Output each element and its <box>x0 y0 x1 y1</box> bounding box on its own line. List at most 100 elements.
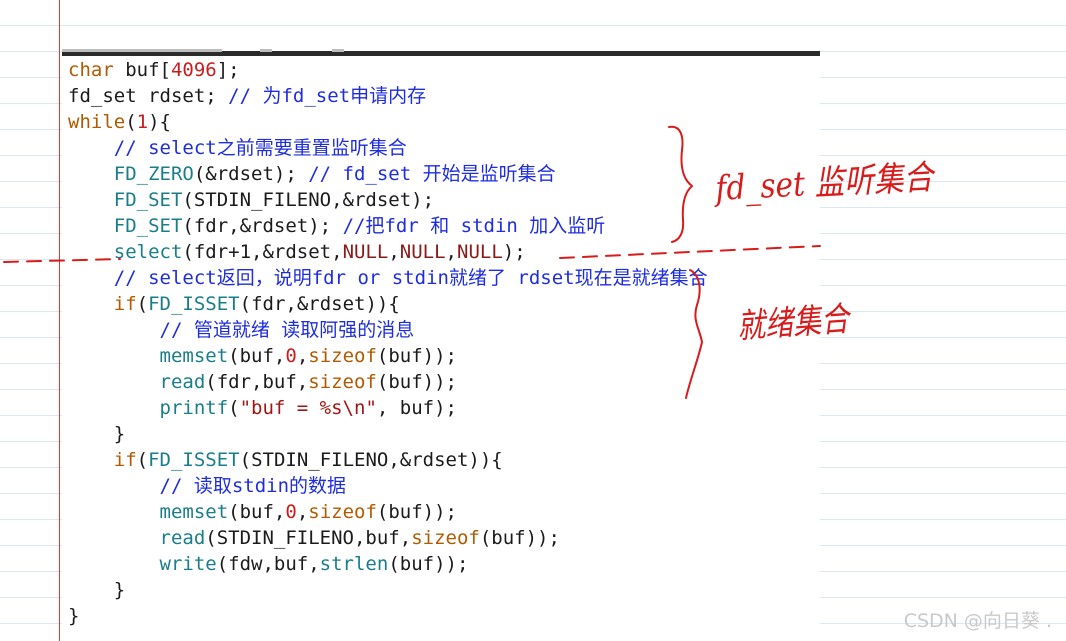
code-token: (STDIN_FILENO,buf, <box>205 527 412 549</box>
code-token: fd_set rdset; <box>68 85 229 107</box>
code-token: (fdr,buf, <box>205 371 309 393</box>
code-token: (STDIN_FILENO,&rdset); <box>182 189 435 211</box>
code-token: read <box>159 527 206 549</box>
code-token: FD_ZERO <box>113 163 194 185</box>
code-token: , <box>445 241 457 263</box>
code-token: NULL <box>342 241 389 263</box>
code-line: memset(buf,0,sizeof(buf)); <box>68 499 457 525</box>
code-line: FD_ZERO(&rdset); // fd_set 开始是监听集合 <box>68 161 556 187</box>
csdn-watermark: CSDN @向日葵 . <box>903 610 1052 632</box>
code-token: 1 <box>136 111 149 133</box>
code-token: (buf)); <box>376 345 457 367</box>
code-token: (STDIN_FILENO,&rdset)){ <box>239 449 503 471</box>
code-token: 0 <box>285 345 297 367</box>
code-token: // fd_set 开始是监听集合 <box>308 163 556 185</box>
code-token: buf[ <box>113 59 171 81</box>
code-token: ){ <box>148 111 171 133</box>
code-token: } <box>68 605 80 627</box>
code-line: read(STDIN_FILENO,buf,sizeof(buf)); <box>68 525 560 551</box>
code-token: , buf); <box>376 397 457 419</box>
code-token: (&rdset); <box>193 163 309 185</box>
code-token: //把fdr 和 stdin 加入监听 <box>342 215 606 237</box>
code-line: fd_set rdset; // 为fd_set申请内存 <box>68 83 426 109</box>
code-line: // 管道就绪 读取阿强的消息 <box>68 317 415 343</box>
code-token: sizeof <box>411 527 480 549</box>
code-token: (fdr,&rdset); <box>182 215 343 237</box>
code-token: (buf)); <box>388 553 469 575</box>
code-line: } <box>68 577 125 603</box>
code-token: (buf)); <box>479 527 560 549</box>
code-token: // 读取stdin的数据 <box>159 475 347 497</box>
code-token: // 管道就绪 读取阿强的消息 <box>159 319 415 341</box>
code-token: (buf, <box>228 501 286 523</box>
code-token: "buf = %s\n" <box>239 397 377 419</box>
code-token: char <box>68 59 114 81</box>
code-token: while <box>68 111 126 133</box>
code-token: // 为fd_set申请内存 <box>228 85 427 107</box>
code-token: (fdw,buf, <box>216 553 320 575</box>
code-token: (buf)); <box>376 501 457 523</box>
code-token: ( <box>136 293 149 315</box>
code-token: memset <box>159 501 229 523</box>
code-token: select <box>113 241 183 263</box>
code-token: } <box>113 579 126 601</box>
code-token: , <box>296 501 309 523</box>
code-token: (fdr,&rdset)){ <box>239 293 400 315</box>
code-token: memset <box>159 345 229 367</box>
code-token: if <box>113 293 137 315</box>
code-line: read(fdr,buf,sizeof(buf)); <box>68 369 457 395</box>
code-token: 0 <box>285 501 297 523</box>
code-line: memset(buf,0,sizeof(buf)); <box>68 343 457 369</box>
code-token: ]; <box>216 59 240 81</box>
code-token: (buf)); <box>376 371 457 393</box>
code-token: FD_ISSET <box>148 449 240 471</box>
code-line: FD_SET(STDIN_FILENO,&rdset); <box>68 187 434 213</box>
code-token: FD_SET <box>113 189 183 211</box>
code-line: FD_SET(fdr,&rdset); //把fdr 和 stdin 加入监听 <box>68 213 606 239</box>
code-token: ); <box>502 241 526 263</box>
code-token: NULL <box>399 241 446 263</box>
code-line: select(fdr+1,&rdset,NULL,NULL,NULL); <box>68 239 526 265</box>
notebook-margin-line <box>59 0 60 641</box>
code-token: sizeof <box>308 501 377 523</box>
code-token: sizeof <box>308 345 377 367</box>
code-token: (buf, <box>228 345 286 367</box>
code-line: while(1){ <box>68 109 171 135</box>
code-line: write(fdw,buf,strlen(buf)); <box>68 551 469 577</box>
code-token: write <box>159 553 217 575</box>
code-line: printf("buf = %s\n", buf); <box>68 395 457 421</box>
code-token: , <box>388 241 400 263</box>
code-line: if(FD_ISSET(fdr,&rdset)){ <box>68 291 400 317</box>
code-token: sizeof <box>308 371 377 393</box>
code-token: (fdr+1,&rdset, <box>182 241 343 263</box>
code-token: ( <box>228 397 240 419</box>
code-line: // select之前需要重置监听集合 <box>68 135 407 161</box>
code-line: if(FD_ISSET(STDIN_FILENO,&rdset)){ <box>68 447 503 473</box>
code-token: if <box>113 449 137 471</box>
code-line: // 读取stdin的数据 <box>68 473 347 499</box>
code-token: strlen <box>319 553 389 575</box>
code-token: ( <box>125 111 137 133</box>
code-token: read <box>159 371 206 393</box>
code-line: } <box>68 603 79 629</box>
code-token: 4096 <box>170 59 217 81</box>
code-token: // select之前需要重置监听集合 <box>113 137 407 159</box>
